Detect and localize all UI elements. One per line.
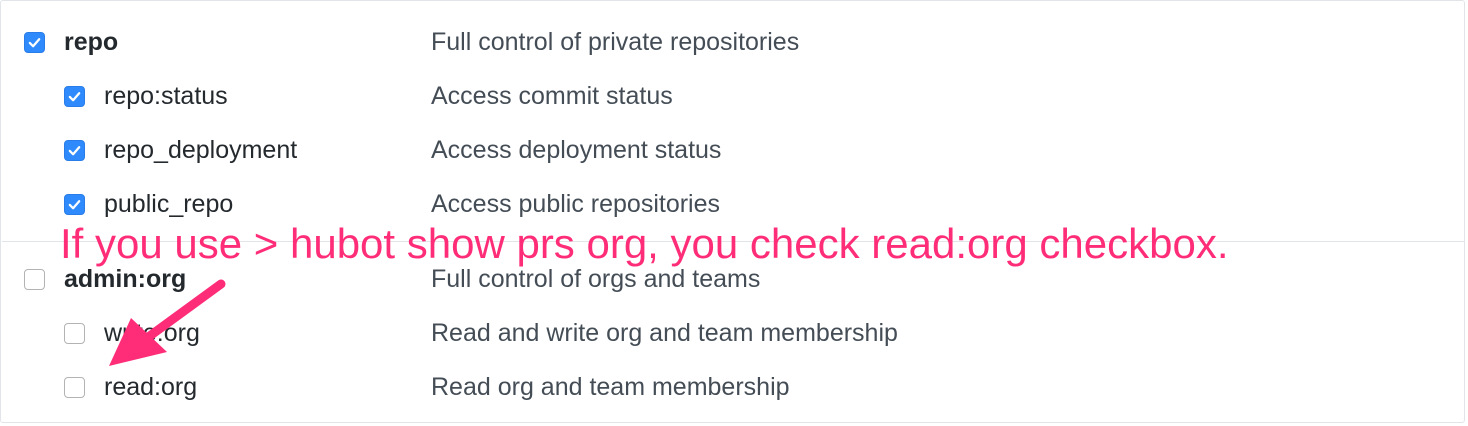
scope-checkbox-repo-deployment[interactable] — [64, 140, 85, 161]
scope-checkbox-admin-org[interactable] — [24, 269, 45, 290]
scope-row-repo-status[interactable]: repo:status Access commit status — [1, 76, 1461, 116]
annotation-text: If you use > hubot show prs org, you che… — [60, 220, 1229, 267]
scope-row-repo-deployment[interactable]: repo_deployment Access deployment status — [1, 130, 1461, 170]
scope-name: repo — [64, 28, 119, 56]
scope-description: Access commit status — [431, 82, 673, 110]
checkmark-icon — [68, 92, 81, 102]
scope-name: repo_deployment — [104, 136, 298, 164]
scope-row-repo[interactable]: repo Full control of private repositorie… — [1, 22, 1461, 62]
scope-checkbox-public-repo[interactable] — [64, 194, 85, 215]
checkmark-icon — [68, 146, 81, 156]
scope-description: Full control of private repositories — [431, 28, 800, 56]
scope-description: Read org and team membership — [431, 373, 790, 401]
scope-description: Access deployment status — [431, 136, 722, 164]
scope-description: Read and write org and team membership — [431, 319, 898, 347]
scope-name: repo:status — [104, 82, 228, 110]
scope-checkbox-repo-status[interactable] — [64, 86, 85, 107]
scope-checkbox-read-org[interactable] — [64, 377, 85, 398]
annotation-arrow-icon — [109, 279, 226, 366]
checkmark-icon — [68, 200, 81, 210]
scope-checkbox-write-org[interactable] — [64, 323, 85, 344]
scope-checkbox-repo[interactable] — [24, 32, 45, 53]
checkmark-icon — [28, 38, 41, 48]
